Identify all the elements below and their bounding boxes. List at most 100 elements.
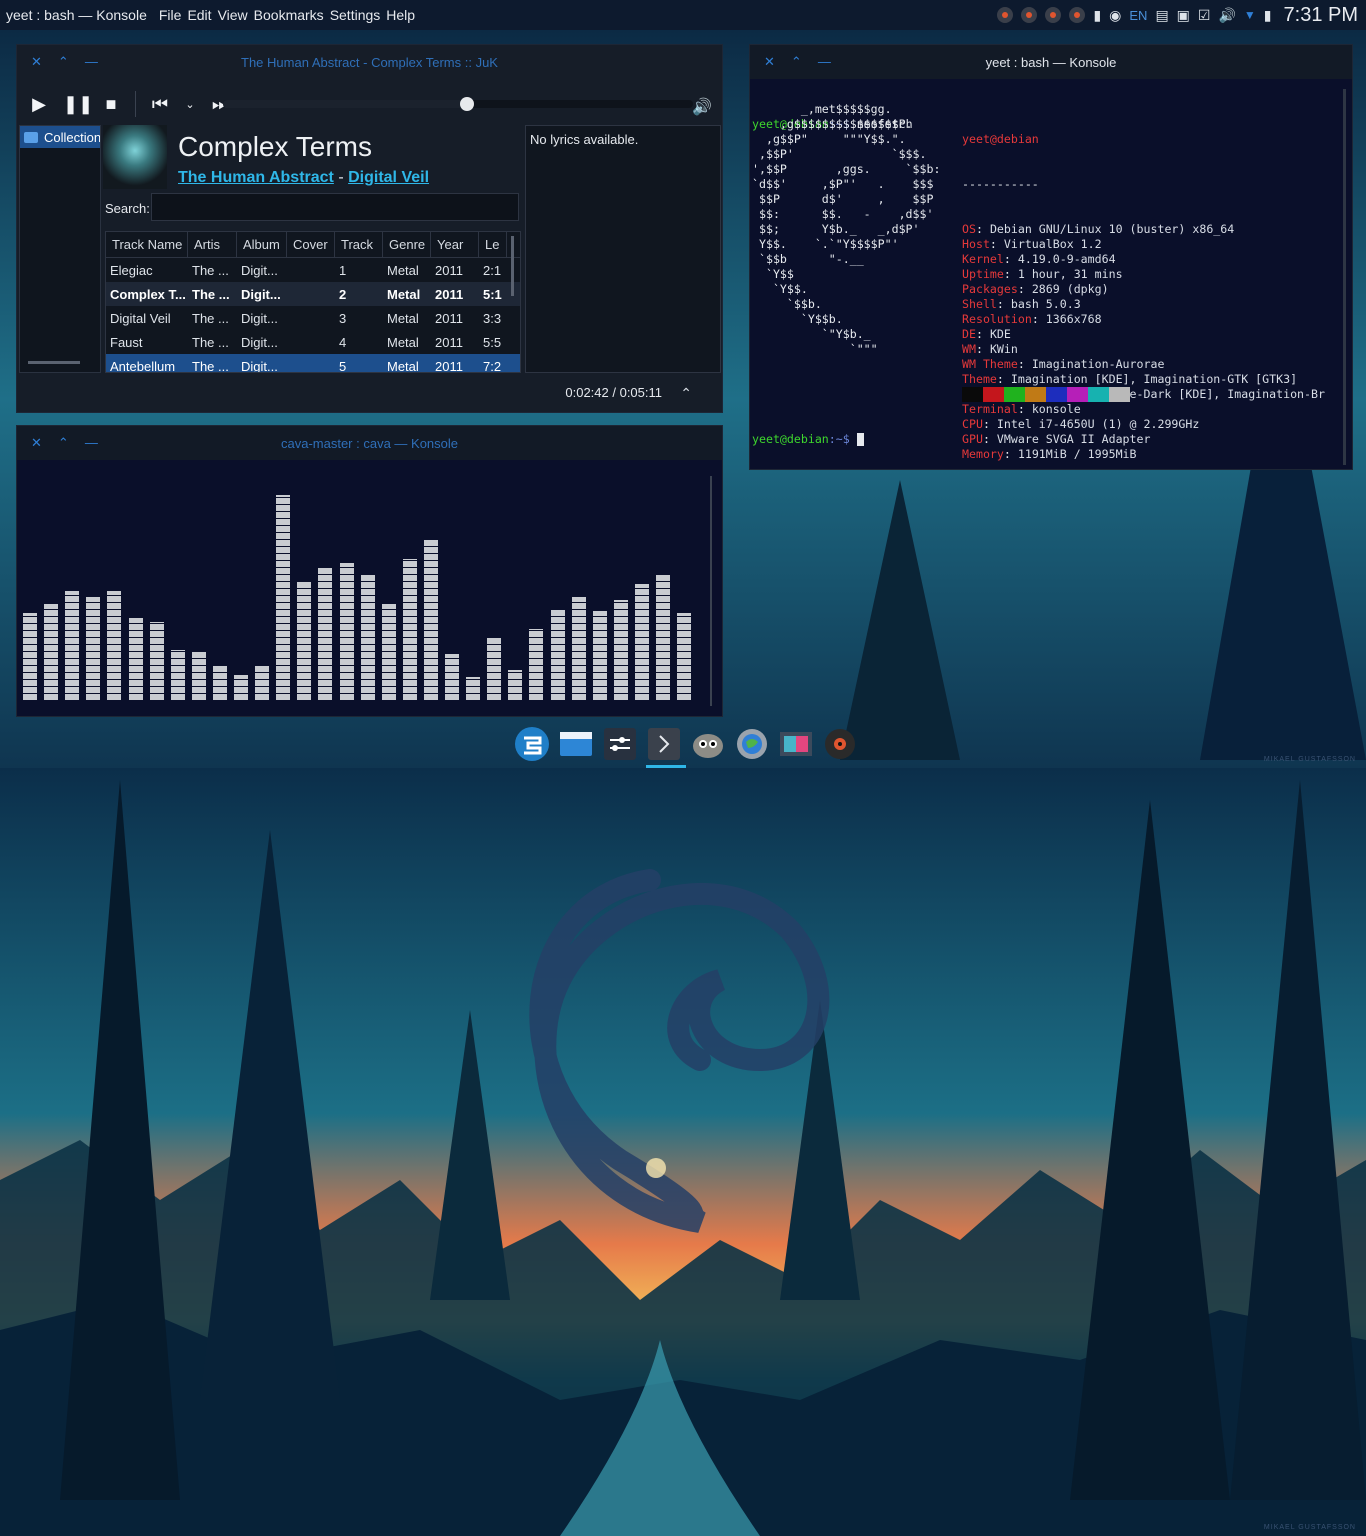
column-header[interactable]: Track Name [106, 232, 188, 258]
table-row[interactable]: Complex T... The ... Digit... 2 Metal 20… [106, 282, 520, 306]
app-launcher-icon[interactable] [514, 726, 550, 762]
terminal-output[interactable]: yeet@debian:~$ neofetch _,met$$$$$gg. ,g… [752, 87, 1342, 461]
settings-sliders-icon[interactable] [602, 726, 638, 762]
display-icon[interactable]: ▣ [1177, 7, 1190, 24]
previous-icon[interactable]: ⏮ [148, 94, 172, 115]
logo-line: Y$$. `.`"Y$$$$P"' [752, 237, 899, 251]
minimize-icon[interactable]: — [85, 54, 98, 70]
toolbar-separator [135, 91, 136, 117]
chevron-down-icon[interactable]: ⌄ [184, 98, 196, 111]
maximize-icon[interactable]: ⌃ [58, 435, 69, 451]
gimp-icon[interactable] [690, 726, 726, 762]
record-icon[interactable] [1045, 7, 1062, 23]
visualizer-bar [234, 675, 248, 700]
vertical-scrollbar[interactable] [1343, 89, 1346, 465]
cell: Digit... [241, 334, 278, 350]
logo-line: `Y$$ [752, 267, 794, 281]
keyboard-layout-indicator[interactable]: EN [1129, 8, 1147, 23]
album-link[interactable]: Digital Veil [348, 169, 429, 186]
column-header[interactable]: Artis [188, 232, 237, 258]
info-line: Packages: 2869 (dpkg) [962, 282, 1109, 296]
storage-icon[interactable]: ▤ [1155, 7, 1168, 24]
search-input[interactable] [151, 193, 519, 221]
table-row[interactable]: Antebellum The ... Digit... 5 Metal 2011… [106, 354, 520, 373]
logo-line: `Y$$b. [752, 312, 843, 326]
visualizer-bar [255, 666, 270, 700]
visualizer-bar [613, 600, 628, 700]
volume-icon[interactable]: 🔊 [1218, 7, 1235, 24]
maximize-icon[interactable]: ⌃ [58, 54, 69, 70]
column-header[interactable]: Le [479, 232, 507, 258]
music-player-icon[interactable] [822, 726, 858, 762]
column-header[interactable]: Cover [287, 232, 335, 258]
info-line: OS: Debian GNU/Linux 10 (buster) x86_64 [962, 222, 1235, 236]
browser-icon[interactable] [734, 726, 770, 762]
cell: 2011 [435, 358, 463, 373]
close-icon[interactable]: ✕ [764, 54, 775, 70]
battery-icon[interactable]: ▮ [1264, 7, 1272, 24]
konsole-titlebar[interactable]: ✕ ⌃ — yeet : bash — Konsole [750, 45, 1352, 79]
record-icon[interactable] [1021, 7, 1038, 23]
vertical-scrollbar[interactable] [710, 476, 712, 706]
menu-help[interactable]: Help [386, 7, 415, 23]
pause-icon[interactable]: ❚❚ [63, 94, 93, 115]
cell: 3:3 [483, 310, 502, 326]
updates-icon[interactable]: ◉ [1109, 7, 1121, 24]
menu-file[interactable]: File [159, 7, 182, 23]
visualizer-bar [508, 670, 523, 700]
column-header[interactable]: Album [237, 232, 287, 258]
maximize-icon[interactable]: ⌃ [791, 54, 802, 70]
clipboard-icon[interactable]: ☑ [1198, 7, 1211, 24]
cell: 2011 [435, 262, 463, 278]
volume-icon[interactable]: 🔊 [692, 97, 712, 117]
chevron-up-icon[interactable]: ⌃ [680, 385, 692, 402]
screenshot-icon[interactable] [778, 726, 814, 762]
logo-line: ,g$$P" """Y$$.". [752, 132, 906, 146]
visualizer-bar [487, 638, 502, 700]
table-row[interactable]: Elegiac The ... Digit... 1 Metal 2011 2:… [106, 258, 520, 282]
logo-line: `Y$$. [752, 282, 808, 296]
cell: Digit... [241, 310, 278, 326]
table-row[interactable]: Digital Veil The ... Digit... 3 Metal 20… [106, 306, 520, 330]
menu-edit[interactable]: Edit [187, 7, 211, 23]
file-manager-icon[interactable] [558, 726, 594, 762]
close-icon[interactable]: ✕ [31, 54, 42, 70]
play-icon[interactable]: ▶ [27, 94, 51, 115]
info-line: GPU: VMware SVGA II Adapter [962, 432, 1151, 446]
info-value: 2869 (dpkg) [1031, 282, 1109, 296]
info-line: CPU: Intel i7-4650U (1) @ 2.299GHz [962, 417, 1200, 431]
info-key: Uptime [962, 267, 1004, 281]
record-icon[interactable] [997, 7, 1014, 23]
info-key: DE [962, 327, 976, 341]
battery-icon[interactable]: ▮ [1093, 7, 1101, 24]
minimize-icon[interactable]: — [818, 54, 831, 70]
juk-titlebar[interactable]: ✕ ⌃ — The Human Abstract - Complex Terms… [17, 45, 722, 79]
info-key: WM Theme [962, 357, 1018, 371]
horizontal-scrollbar[interactable] [28, 361, 80, 364]
cava-titlebar[interactable]: ✕ ⌃ — cava-master : cava — Konsole [17, 426, 722, 460]
system-info: yeet@debian ----------- OS: Debian GNU/L… [962, 102, 1325, 462]
terminal-icon[interactable] [646, 726, 686, 768]
table-row[interactable]: Faust The ... Digit... 4 Metal 2011 5:5 [106, 330, 520, 354]
cell: Digit... [241, 286, 281, 302]
artist-link[interactable]: The Human Abstract [178, 169, 334, 186]
menu-settings[interactable]: Settings [330, 7, 381, 23]
text-cursor [856, 433, 864, 446]
record-icon[interactable] [1069, 7, 1086, 23]
stop-icon[interactable]: ■ [99, 94, 123, 115]
logo-line: `d$$' ,$P"' . $$$ [752, 177, 934, 191]
column-header[interactable]: Year [431, 232, 479, 258]
clock[interactable]: 7:31 PM [1284, 4, 1358, 27]
tray-expand-icon[interactable]: ▼ [1244, 8, 1256, 22]
visualizer-bar [318, 568, 333, 700]
seek-progress [223, 100, 468, 108]
sidebar-item-collection[interactable]: Collection [20, 126, 100, 148]
menu-view[interactable]: View [218, 7, 248, 23]
minimize-icon[interactable]: — [85, 435, 98, 451]
menu-bookmarks[interactable]: Bookmarks [254, 7, 324, 23]
column-header[interactable]: Genre [383, 232, 431, 258]
seek-slider[interactable] [223, 97, 693, 111]
close-icon[interactable]: ✕ [31, 435, 42, 451]
vertical-scrollbar[interactable] [511, 236, 514, 296]
column-header[interactable]: Track [335, 232, 383, 258]
